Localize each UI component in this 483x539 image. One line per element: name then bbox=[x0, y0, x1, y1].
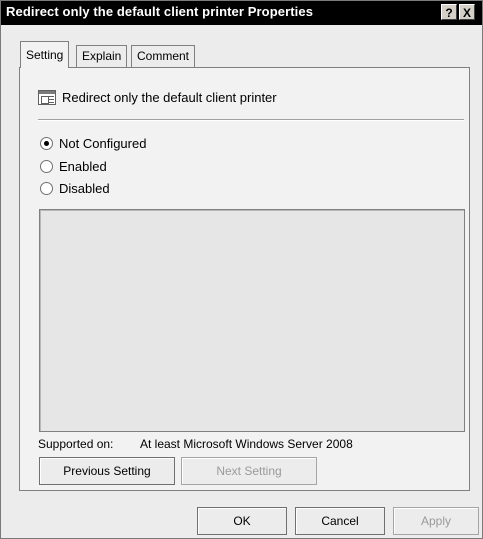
options-area bbox=[39, 209, 465, 432]
radio-not-configured[interactable]: Not Configured bbox=[40, 136, 146, 154]
radio-disabled-button[interactable] bbox=[40, 182, 53, 196]
tab-setting[interactable]: Setting bbox=[20, 41, 70, 68]
previous-setting-button[interactable]: Previous Setting bbox=[39, 457, 175, 485]
dialog-title: Redirect only the default client printer… bbox=[6, 4, 314, 19]
title-bar[interactable]: Redirect only the default client printer… bbox=[1, 1, 482, 25]
radio-disabled[interactable]: Disabled bbox=[40, 181, 110, 199]
close-button[interactable]: X bbox=[459, 4, 475, 20]
supported-on: Supported on: At least Microsoft Windows… bbox=[38, 437, 353, 451]
policy-name: Redirect only the default client printer bbox=[62, 90, 277, 105]
radio-enabled-button[interactable] bbox=[40, 160, 53, 174]
separator bbox=[38, 119, 464, 121]
properties-dialog: Redirect only the default client printer… bbox=[0, 0, 483, 539]
supported-on-label: Supported on: bbox=[38, 437, 114, 451]
radio-enabled-label[interactable]: Enabled bbox=[59, 159, 107, 174]
setting-panel: Redirect only the default client printer… bbox=[19, 67, 470, 491]
next-setting-button[interactable]: Next Setting bbox=[181, 457, 317, 485]
tab-explain[interactable]: Explain bbox=[76, 45, 128, 67]
radio-disabled-label[interactable]: Disabled bbox=[59, 181, 110, 196]
tab-comment[interactable]: Comment bbox=[131, 45, 196, 67]
help-button[interactable]: ? bbox=[441, 4, 457, 20]
policy-setting-icon bbox=[38, 90, 56, 105]
cancel-button[interactable]: Cancel bbox=[295, 507, 385, 535]
ok-button[interactable]: OK bbox=[197, 507, 287, 535]
apply-button[interactable]: Apply bbox=[393, 507, 479, 535]
supported-on-value: At least Microsoft Windows Server 2008 bbox=[140, 437, 353, 451]
radio-enabled[interactable]: Enabled bbox=[40, 159, 107, 177]
radio-not-configured-label[interactable]: Not Configured bbox=[59, 136, 146, 151]
radio-not-configured-button[interactable] bbox=[40, 137, 53, 151]
